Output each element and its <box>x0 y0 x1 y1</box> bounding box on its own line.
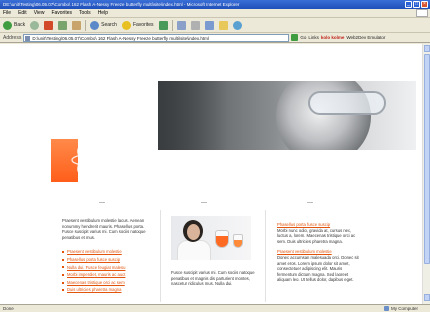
status-bar: Done My Computer <box>0 304 430 312</box>
print-button[interactable] <box>190 20 201 31</box>
minimize-button[interactable]: _ <box>405 1 412 8</box>
list-item[interactable]: Duis ultricies pharetra magna <box>62 286 150 294</box>
page-viewport: Praesent vestibulum molestie lacus. Aene… <box>0 44 422 304</box>
back-button[interactable]: Back <box>2 20 26 31</box>
bullet-icon <box>62 258 64 261</box>
middle-text: Fusce suscipit varius mi. Cum sociis nat… <box>171 270 255 287</box>
list-item[interactable]: Praesent vestibulum molestie <box>62 248 150 256</box>
edit-button[interactable] <box>204 20 215 31</box>
go-button[interactable]: Go <box>300 35 306 40</box>
flask-icon <box>215 230 229 248</box>
face <box>187 224 200 240</box>
menu-help[interactable]: Help <box>98 10 108 16</box>
search-icon <box>90 20 100 30</box>
bullet-icon <box>62 289 64 292</box>
scroll-up-arrow-icon[interactable] <box>424 45 430 52</box>
menu-bar: File Edit View Favorites Tools Help <box>0 9 430 18</box>
windows-logo-icon <box>416 9 428 17</box>
mail-icon <box>176 20 186 30</box>
links-button[interactable]: Links <box>308 35 319 40</box>
stop-button[interactable] <box>43 20 54 31</box>
link-list: Praesent vestibulum molestie Phasellus p… <box>62 248 150 294</box>
star-icon <box>121 20 131 30</box>
print-icon <box>190 20 200 30</box>
mail-button[interactable] <box>176 20 187 31</box>
menu-favorites[interactable]: Favorites <box>51 10 72 16</box>
refresh-button[interactable] <box>57 20 68 31</box>
news-text: Donec accumsan malesuada orci. Donec sit… <box>277 254 359 283</box>
go-arrow-icon[interactable] <box>291 34 299 41</box>
toolbar-separator <box>85 19 87 31</box>
column-divider <box>265 210 266 302</box>
menu-tools[interactable]: Tools <box>79 10 91 16</box>
status-text: Done <box>3 306 14 311</box>
divider-dash <box>99 202 105 203</box>
list-item[interactable]: Nulla dui. Fusce feugiat malesu <box>62 264 150 272</box>
home-button[interactable] <box>71 20 82 31</box>
bullet-icon <box>62 281 64 284</box>
stop-icon <box>44 20 54 30</box>
window-controls: _ □ × <box>405 1 428 8</box>
safety-goggles <box>308 91 386 115</box>
search-label: Search <box>101 22 117 28</box>
bullet-icon <box>62 251 64 254</box>
extra-link[interactable]: kolo kolme <box>321 35 345 40</box>
refresh-icon <box>58 20 68 30</box>
address-input[interactable]: D:\unit\Testing\06.05.07\Combo\ 162 Flas… <box>23 33 290 42</box>
toolbar-separator <box>171 19 173 31</box>
zone-label: My Computer <box>390 306 418 311</box>
messenger-icon <box>232 20 242 30</box>
close-button[interactable]: × <box>421 1 428 8</box>
intro-column: Praesent vestibulum molestie lacus. Aene… <box>62 218 150 294</box>
lab-coat <box>177 240 211 260</box>
lab-photo <box>171 216 251 260</box>
toolbar: Back Search Favorites <box>0 18 430 33</box>
zone-indicator: My Computer <box>383 306 418 311</box>
hero-shadow <box>158 81 228 150</box>
atom-icon <box>71 147 101 173</box>
page-icon <box>25 35 31 41</box>
emulator-plugin[interactable]: Web2Dev Emulator <box>346 35 385 40</box>
computer-icon <box>383 306 389 311</box>
address-label: Address <box>3 34 22 41</box>
home-icon <box>72 20 82 30</box>
column-divider <box>160 210 161 302</box>
list-item[interactable]: Maecenas tristique orci ac sem <box>62 279 150 287</box>
list-item[interactable]: Morbi imperdiet, mauris ac auct <box>62 271 150 279</box>
news-text: Morbi nunc odio, gravida at, cursus nec,… <box>277 227 356 244</box>
flask-icon <box>233 234 243 248</box>
address-bar: Address D:\unit\Testing\06.05.07\Combo\ … <box>0 33 430 43</box>
bullet-icon <box>62 273 64 276</box>
forward-button[interactable] <box>29 20 40 31</box>
folder-icon <box>218 20 228 30</box>
folder-button[interactable] <box>218 20 229 31</box>
news-column: Phasellus porta fusce suscip Morbi nunc … <box>277 222 363 288</box>
divider-dash <box>201 202 207 203</box>
scroll-down-arrow-icon[interactable] <box>424 294 430 301</box>
back-arrow-icon <box>3 20 12 30</box>
favorites-button[interactable]: Favorites <box>121 20 155 31</box>
history-button[interactable] <box>158 20 169 31</box>
forward-arrow-icon <box>30 20 40 30</box>
messenger-button[interactable] <box>232 20 243 31</box>
favorites-label: Favorites <box>132 22 154 28</box>
window-title: DE:\unit\Testing\06.05.07\Combo\ 162 Fla… <box>3 2 240 7</box>
window-title-bar: DE:\unit\Testing\06.05.07\Combo\ 162 Fla… <box>0 0 430 9</box>
menu-edit[interactable]: Edit <box>18 10 27 16</box>
maximize-button[interactable]: □ <box>413 1 420 8</box>
list-item[interactable]: Phasellus porta fusce suscip <box>62 256 150 264</box>
divider-dash <box>307 202 313 203</box>
hero-image <box>158 81 416 150</box>
scroll-thumb[interactable] <box>424 54 430 264</box>
search-button[interactable]: Search <box>89 20 118 31</box>
history-icon <box>158 20 168 30</box>
menu-file[interactable]: File <box>3 10 11 16</box>
intro-text: Praesent vestibulum molestie lacus. Aene… <box>62 218 146 240</box>
vertical-scrollbar[interactable] <box>422 44 430 304</box>
menu-view[interactable]: View <box>34 10 45 16</box>
bullet-icon <box>62 266 64 269</box>
address-value: D:\unit\Testing\06.05.07\Combo\ 162 Flas… <box>32 35 209 41</box>
edit-icon <box>204 20 214 30</box>
back-label: Back <box>14 22 26 28</box>
